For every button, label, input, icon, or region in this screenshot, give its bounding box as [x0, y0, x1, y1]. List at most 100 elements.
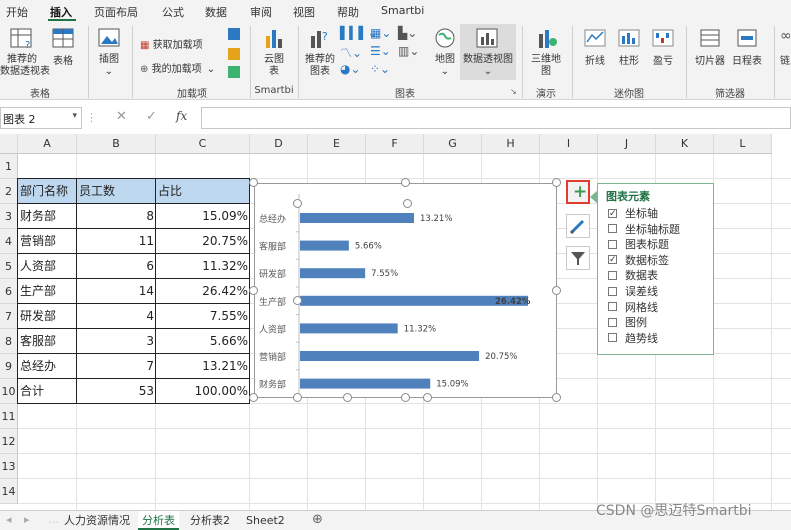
name-box[interactable]: 图表 2 ▾ — [0, 107, 82, 129]
3d-map-button[interactable]: 三维地 图 — [528, 24, 564, 80]
tab-smartbi[interactable]: Smartbi — [381, 4, 424, 17]
table-button[interactable]: 表格 — [48, 24, 78, 80]
formula-input[interactable] — [201, 107, 791, 129]
row-header-11[interactable]: 11 — [0, 404, 18, 429]
table-header-cell[interactable]: 员工数 — [77, 179, 156, 204]
resize-handle[interactable] — [400, 178, 410, 187]
tab-help[interactable]: 帮助 — [337, 4, 359, 20]
people-graph-icon[interactable] — [228, 66, 240, 78]
row-header-12[interactable]: 12 — [0, 429, 18, 454]
get-addins-button[interactable]: ▦ 获取加载项 — [140, 36, 203, 51]
bar-chart-icon[interactable]: ☰⌄ — [370, 44, 391, 58]
tab-home[interactable]: 开始 — [6, 4, 28, 20]
row-header-8[interactable]: 8 — [0, 329, 18, 354]
recommended-pivottable-button[interactable]: ? 推荐的 数据透视表 — [0, 24, 50, 80]
checkbox[interactable] — [608, 317, 617, 327]
row-header-5[interactable]: 5 — [0, 254, 18, 279]
recommended-charts-button[interactable]: ? 推荐的 图表 — [302, 24, 338, 80]
column-header-A[interactable]: A — [18, 134, 77, 154]
table-cell[interactable]: 生产部 — [18, 279, 77, 304]
column-header-K[interactable]: K — [656, 134, 714, 154]
chart-element-option[interactable]: 坐标轴 — [608, 207, 658, 221]
enter-icon[interactable]: ✓ — [146, 109, 157, 124]
sparkline-winloss-button[interactable]: 盈亏 — [646, 24, 680, 80]
tab-view[interactable]: 视图 — [293, 4, 315, 20]
resize-handle[interactable] — [249, 393, 258, 402]
column-header-D[interactable]: D — [250, 134, 308, 154]
row-header-1[interactable]: 1 — [0, 154, 18, 179]
column-header-F[interactable]: F — [366, 134, 424, 154]
bar[interactable] — [300, 378, 431, 389]
slicer-button[interactable]: 切片器 — [692, 24, 728, 80]
table-cell[interactable]: 营销部 — [18, 229, 77, 254]
bar-chart[interactable]: 总经办 13.21% 客服部 5.66% 研发部 7.55% 生产部 26.42% 人资部 11.… — [254, 183, 557, 398]
map-chart-button[interactable]: 地图 ⌄ — [430, 24, 460, 80]
cloud-chart-button[interactable]: 云图 表 — [256, 24, 292, 80]
table-cell[interactable]: 客服部 — [18, 329, 77, 354]
my-addins-button[interactable]: ⊕ 我的加载项 ⌄ — [140, 60, 215, 75]
bar[interactable] — [300, 351, 480, 361]
pie-chart-icon[interactable]: ◕⌄ — [340, 62, 361, 76]
bar[interactable] — [300, 213, 414, 223]
column-header-H[interactable]: H — [482, 134, 540, 154]
more-tabs-icon[interactable]: … — [48, 513, 59, 526]
table-cell[interactable]: 3 — [77, 329, 156, 354]
column-header-L[interactable]: L — [714, 134, 772, 154]
scroll-left-icon[interactable]: ◂ — [6, 513, 12, 526]
tab-page-layout[interactable]: 页面布局 — [94, 4, 138, 20]
resize-handle[interactable] — [293, 296, 302, 305]
pivot-chart-button[interactable]: 数据透视图 ⌄ — [460, 24, 516, 80]
table-cell[interactable]: 7.55% — [156, 304, 250, 329]
checkbox[interactable] — [608, 239, 617, 249]
tab-insert[interactable]: 插入 — [50, 4, 72, 20]
row-header-6[interactable]: 6 — [0, 279, 18, 304]
sparkline-column-button[interactable]: 柱形 — [612, 24, 646, 80]
chart-element-option[interactable]: 趋势线 — [608, 332, 658, 346]
table-cell[interactable]: 研发部 — [18, 304, 77, 329]
tab-data[interactable]: 数据 — [205, 4, 227, 20]
chart-element-option[interactable]: 网格线 — [608, 301, 658, 315]
table-cell[interactable]: 14 — [77, 279, 156, 304]
chart-elements-button[interactable]: + — [566, 180, 590, 204]
resize-handle[interactable] — [552, 178, 561, 187]
bar[interactable] — [300, 240, 349, 251]
bar[interactable] — [300, 295, 528, 306]
sheet-tab-hr[interactable]: 人力资源情况 — [60, 511, 134, 530]
table-cell[interactable]: 15.09% — [156, 204, 250, 229]
scatter-chart-icon[interactable]: ⁘⌄ — [370, 62, 390, 76]
resize-handle[interactable] — [342, 393, 352, 402]
tab-formulas[interactable]: 公式 — [162, 4, 184, 20]
illustrations-button[interactable]: 插图 ⌄ — [94, 24, 124, 80]
link-button[interactable]: ∞ 链 — [778, 24, 791, 80]
table-cell[interactable]: 合计 — [18, 379, 77, 404]
row-header-7[interactable]: 7 — [0, 304, 18, 329]
table-cell[interactable]: 6 — [77, 254, 156, 279]
table-header-cell[interactable]: 占比 — [156, 179, 250, 204]
sheet-tab-analysis2[interactable]: 分析表2 — [186, 511, 234, 530]
resize-handle[interactable] — [249, 285, 258, 295]
hierarchy-chart-icon[interactable]: ▦⌄ — [370, 26, 391, 40]
chart-styles-button[interactable] — [566, 214, 590, 238]
resize-handle[interactable] — [293, 199, 302, 208]
checkbox[interactable] — [608, 302, 617, 312]
row-header-13[interactable]: 13 — [0, 454, 18, 479]
resize-handle[interactable] — [293, 393, 302, 402]
resize-handle[interactable] — [552, 285, 561, 295]
checkbox[interactable] — [608, 286, 617, 296]
table-cell[interactable]: 8 — [77, 204, 156, 229]
checkbox[interactable] — [608, 253, 617, 267]
table-cell[interactable]: 13.21% — [156, 354, 250, 379]
table-cell[interactable]: 财务部 — [18, 204, 77, 229]
chevron-down-icon[interactable]: ▾ — [72, 111, 77, 121]
table-cell[interactable]: 11 — [77, 229, 156, 254]
table-cell[interactable]: 7 — [77, 354, 156, 379]
insert-function-icon[interactable]: fx — [176, 109, 187, 123]
chart-element-option[interactable]: 误差线 — [608, 285, 658, 299]
row-header-2[interactable]: 2 — [0, 179, 18, 204]
table-cell[interactable]: 人资部 — [18, 254, 77, 279]
dialog-launcher-icon[interactable]: ↘ — [510, 87, 517, 96]
chart-element-option[interactable]: 数据标签 — [608, 253, 669, 268]
bar[interactable] — [300, 268, 366, 279]
chart-element-option[interactable]: 图表标题 — [608, 238, 669, 252]
column-header-B[interactable]: B — [77, 134, 156, 154]
